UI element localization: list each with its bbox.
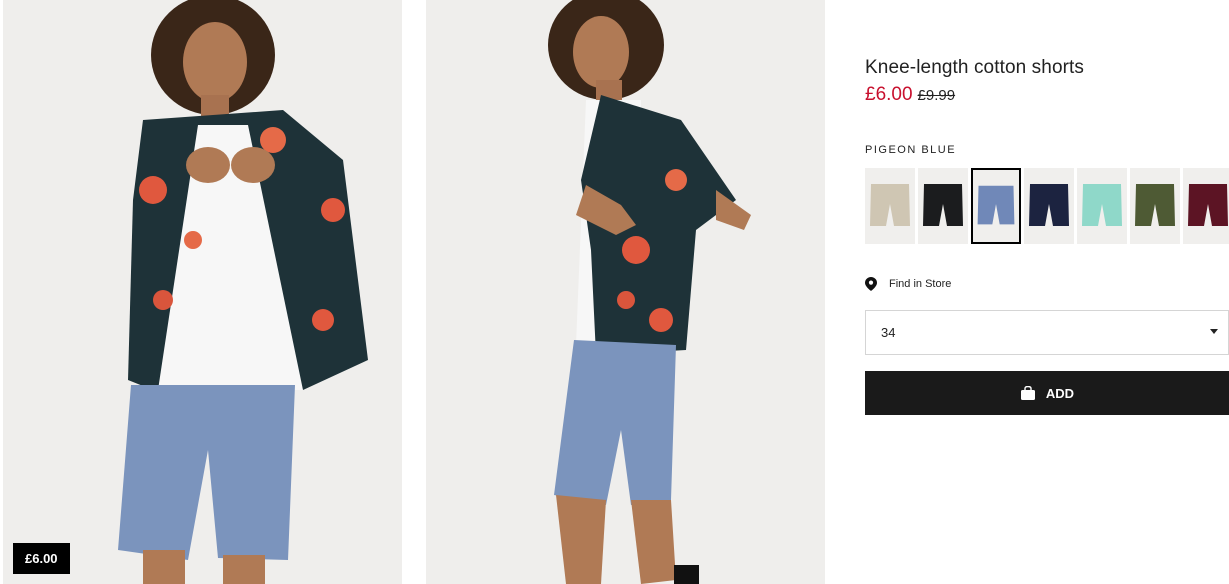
- color-swatch-khaki-green[interactable]: [1130, 168, 1180, 244]
- caret-down-icon: [1210, 329, 1218, 334]
- product-info-panel: Knee-length cotton shorts £6.00 £9.99 PIG…: [865, 0, 1229, 584]
- selected-color-label: PIGEON BLUE: [865, 144, 957, 156]
- find-in-store-label: Find in Store: [889, 278, 952, 290]
- original-price: £9.99: [917, 87, 956, 104]
- color-swatch-list: [865, 168, 1229, 246]
- shorts-thumbnail-dark-blue: [1029, 184, 1069, 226]
- location-pin-icon: [865, 277, 877, 291]
- shopping-bag-icon: [1020, 386, 1035, 400]
- price-row: £6.00 £9.99: [865, 84, 955, 106]
- shorts-thumbnail-burgundy: [1188, 184, 1228, 226]
- color-swatch-black[interactable]: [918, 168, 968, 244]
- add-button-label: ADD: [1045, 385, 1075, 401]
- color-swatch-pigeon-blue[interactable]: [971, 168, 1021, 244]
- model-front-illustration: [3, 0, 402, 584]
- color-swatch-mint-green[interactable]: [1077, 168, 1127, 244]
- product-image-side[interactable]: [426, 0, 825, 584]
- color-swatch-beige[interactable]: [865, 168, 915, 244]
- sale-price: £6.00: [865, 84, 913, 105]
- shorts-thumbnail-beige: [870, 184, 910, 226]
- shorts-thumbnail-mint-green: [1082, 184, 1122, 226]
- color-swatch-burgundy[interactable]: [1183, 168, 1229, 244]
- add-to-bag-button[interactable]: ADD: [865, 371, 1229, 415]
- photo-price-tag: £6.00: [13, 543, 70, 574]
- size-selected-value: 34: [881, 325, 896, 340]
- product-title: Knee-length cotton shorts: [865, 57, 1085, 78]
- size-select[interactable]: 34: [865, 310, 1229, 355]
- shorts-thumbnail-khaki-green: [1135, 184, 1175, 226]
- model-side-illustration: [426, 0, 825, 584]
- find-in-store-link[interactable]: Find in Store: [865, 277, 951, 291]
- product-image-front[interactable]: £6.00: [3, 0, 402, 584]
- color-swatch-dark-blue[interactable]: [1024, 168, 1074, 244]
- shorts-thumbnail-black: [923, 184, 963, 226]
- shorts-thumbnail-pigeon-blue: [977, 185, 1015, 225]
